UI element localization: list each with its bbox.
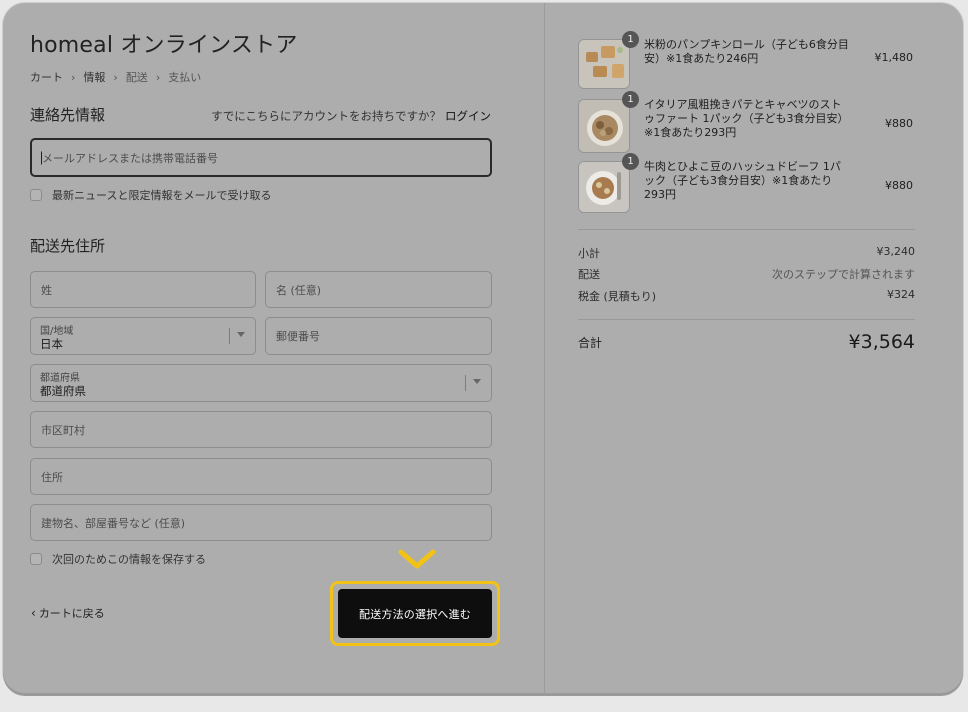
total-label: 合計 [578,335,603,350]
item-name: 米粉のパンプキンロール（子ども6食分目安）※1食あたり246円 [644,38,849,65]
postal-code-field[interactable]: 郵便番号 [265,317,492,355]
chevron-right-icon: › [155,70,161,84]
login-prompt-text: すでにこちらにアカウントをお持ちですか？ [211,109,441,123]
email-field[interactable]: メールアドレスまたは携帯電話番号 [30,138,492,177]
summary-divider [578,229,915,230]
shipping-row: 配送 次のステップで計算されます [578,266,915,282]
cart-item: 1 米粉のパンプキンロール（子ども6食分目安）※1食あたり246円 ¥1,480 [578,31,914,91]
building-field[interactable]: 建物名、部屋番号など (任意) [30,504,492,541]
select-separator [229,328,230,344]
item-name: 牛肉とひよこ豆のハッシュドビーフ 1パック（子ども3食分目安）※1食あたり293… [644,160,841,201]
chevron-right-icon: › [113,70,118,84]
contact-heading: 連絡先情報 [30,106,106,124]
column-divider [544,3,545,693]
subtotal-row: 小計 ¥3,240 [578,245,915,261]
shipping-label: 配送 [578,268,600,281]
address-placeholder: 住所 [41,470,63,484]
chevron-left-icon: ‹ [31,606,36,620]
prefecture-value: 都道府県 [40,384,86,398]
country-label: 国/地域 [40,326,74,337]
first-name-field[interactable]: 名 (任意) [265,271,492,308]
last-name-placeholder: 姓 [41,283,52,297]
back-to-cart-label: カートに戻る [38,607,105,620]
subtotal-value: ¥3,240 [876,245,916,258]
back-to-cart-link[interactable]: ‹ カートに戻る [31,605,105,621]
quantity-badge: 1 [622,153,639,170]
city-placeholder: 市区町村 [41,423,85,437]
building-placeholder: 建物名、部屋番号など (任意) [41,516,186,530]
item-price: ¥1,480 [874,51,914,64]
continue-to-shipping-button[interactable]: 配送方法の選択へ進む [338,589,492,638]
continue-button-highlight: 配送方法の選択へ進む [330,581,500,646]
newsletter-label: 最新ニュースと限定情報をメールで受け取る [52,189,272,202]
last-name-field[interactable]: 姓 [30,271,256,308]
prefecture-select[interactable]: 都道府県 都道府県 [30,364,492,402]
prefecture-label: 都道府県 [40,373,80,384]
product-thumbnail [578,39,630,89]
tax-value: ¥324 [887,288,915,301]
total-divider [578,319,915,320]
login-link[interactable]: ログイン [445,109,491,123]
cart-item: 1 牛肉とひよこ豆のハッシュドビーフ 1パック（子ども3食分目安）※1食あたり2… [578,153,913,213]
address-field[interactable]: 住所 [30,458,492,495]
newsletter-checkbox[interactable] [30,189,42,201]
save-info-label: 次回のためこの情報を保存する [52,553,206,566]
breadcrumb-shipping: 配送 [125,71,148,84]
item-name: イタリア風粗挽きパテとキャベツのストゥファート 1パック（子ども3食分目安）※1… [644,98,849,139]
save-info-row[interactable]: 次回のためこの情報を保存する [30,551,206,567]
country-select[interactable]: 国/地域 日本 [30,317,256,355]
newsletter-row[interactable]: 最新ニュースと限定情報をメールで受け取る [30,187,271,203]
first-name-placeholder: 名 (任意) [276,283,322,297]
chevron-down-highlight-icon [398,549,436,569]
product-thumbnail [578,161,630,213]
shipping-value: 次のステップで計算されます [772,268,915,281]
cart-item: 1 イタリア風粗挽きパテとキャベツのストゥファート 1パック（子ども3食分目安）… [578,91,913,153]
hashed-beef-image-icon [579,162,629,212]
quantity-badge: 1 [622,91,639,108]
email-placeholder: メールアドレスまたは携帯電話番号 [42,151,218,165]
breadcrumb: カート › 情報 › 配送 › 支払い [30,69,201,85]
store-title[interactable]: homeal オンラインストア [30,27,298,59]
total-value: ¥3,564 [848,331,915,353]
postal-code-placeholder: 郵便番号 [276,330,320,343]
quantity-badge: 1 [622,31,639,48]
tax-label: 税金 (見積もり) [578,290,657,303]
shipping-heading: 配送先住所 [30,237,106,255]
checkout-window: homeal オンラインストア カート › 情報 › 配送 › 支払い 連絡先情… [3,3,963,693]
pumpkin-roll-image-icon [579,40,629,88]
total-row: 合計 ¥3,564 [578,331,915,353]
city-field[interactable]: 市区町村 [30,411,492,448]
item-price: ¥880 [885,179,913,192]
breadcrumb-information: 情報 [83,71,106,84]
save-info-checkbox[interactable] [30,553,42,565]
breadcrumb-cart[interactable]: カート [30,69,63,85]
chevron-down-icon [237,332,245,337]
chevron-right-icon: › [71,70,76,84]
breadcrumb-payment: 支払い [168,71,202,84]
stufato-image-icon [579,100,629,152]
country-value: 日本 [40,337,63,351]
tax-row: 税金 (見積もり) ¥324 [578,288,915,304]
select-separator [465,375,466,391]
item-price: ¥880 [885,117,913,130]
product-thumbnail [578,99,630,153]
subtotal-label: 小計 [578,247,600,260]
login-prompt: すでにこちらにアカウントをお持ちですか？ ログイン [211,108,491,124]
chevron-down-icon [473,379,481,384]
